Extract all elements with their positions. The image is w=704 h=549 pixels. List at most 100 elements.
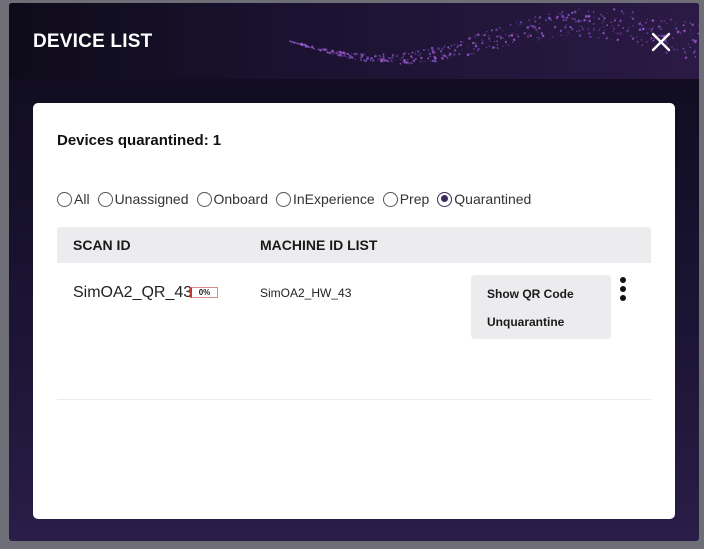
- radio-circle-selected[interactable]: [437, 191, 453, 207]
- particle-dot: [581, 27, 585, 31]
- particle-dot: [611, 39, 613, 41]
- filter-unassigned[interactable]: Unassigned: [97, 191, 189, 207]
- filter-onboard[interactable]: Onboard: [196, 191, 268, 207]
- particle-dot: [640, 24, 644, 27]
- particle-dot: [443, 46, 445, 48]
- particle-dot: [430, 46, 434, 50]
- particle-dot: [674, 24, 676, 26]
- particle-dot: [296, 42, 299, 44]
- filter-inexperience[interactable]: InExperience: [275, 191, 375, 207]
- radio-circle[interactable]: [57, 191, 72, 207]
- particle-dot: [312, 47, 315, 50]
- kebab-dot: [620, 286, 626, 292]
- particle-dot: [473, 48, 475, 50]
- particle-dot: [602, 31, 605, 35]
- particle-dot: [565, 19, 568, 22]
- particle-dot: [315, 49, 317, 51]
- particle-dot: [552, 36, 554, 38]
- kebab-dot: [620, 295, 626, 301]
- quarantine-count-value: 1: [212, 132, 222, 149]
- particle-dot: [558, 12, 560, 14]
- particle-dot: [619, 32, 623, 35]
- particle-dot: [434, 59, 437, 63]
- particle-dot: [323, 48, 327, 51]
- particle-dot: [567, 13, 570, 17]
- particle-dot: [474, 36, 476, 38]
- particle-dot: [675, 27, 678, 30]
- particle-dot: [388, 57, 391, 59]
- particle-dot: [410, 62, 413, 65]
- particle-dot: [640, 39, 643, 41]
- particle-dot: [517, 35, 520, 38]
- particle-dot: [353, 53, 356, 56]
- particle-dot: [481, 39, 483, 41]
- more-options-button[interactable]: [617, 277, 629, 305]
- particle-dot: [441, 57, 444, 60]
- filter-quarantined[interactable]: Quarantined: [437, 191, 531, 207]
- particle-dot: [487, 34, 490, 38]
- particle-dot: [417, 50, 420, 53]
- particle-dot: [586, 19, 588, 22]
- device-list-panel: Devices quarantined: 1 All Unassigned Onb…: [33, 103, 675, 519]
- particle-dot: [509, 23, 512, 26]
- particle-dot: [397, 56, 399, 58]
- particle-dot: [615, 17, 617, 19]
- close-button[interactable]: [649, 30, 673, 54]
- particle-dot: [326, 51, 329, 54]
- particle-dot: [339, 51, 342, 54]
- unquarantine-button[interactable]: Unquarantine: [471, 315, 611, 343]
- particle-dot: [573, 10, 577, 14]
- particle-dot: [560, 34, 562, 37]
- particle-dot: [317, 48, 320, 51]
- radio-circle[interactable]: [275, 191, 291, 207]
- particle-dot: [682, 24, 685, 27]
- particle-dot: [493, 40, 496, 43]
- particle-dot: [623, 12, 625, 15]
- particle-dot: [506, 44, 508, 46]
- particle-dot: [495, 28, 498, 32]
- particle-dot: [601, 14, 604, 18]
- filter-prep[interactable]: Prep: [382, 191, 429, 207]
- particle-dot: [537, 31, 539, 33]
- particle-dot: [328, 51, 331, 55]
- particle-dot: [603, 17, 606, 20]
- particle-dot: [687, 43, 690, 45]
- particle-dot: [496, 47, 499, 49]
- particle-dot: [440, 50, 442, 53]
- particle-dot: [565, 24, 568, 26]
- particle-dot: [450, 44, 453, 47]
- particle-dot: [393, 59, 395, 61]
- particle-dot: [584, 15, 588, 18]
- close-icon: [651, 32, 671, 52]
- particle-dot: [351, 56, 353, 59]
- particle-dot: [614, 31, 616, 33]
- particle-dot: [619, 20, 622, 23]
- particle-dot: [354, 58, 357, 61]
- particle-dot: [481, 41, 484, 45]
- particle-dot: [554, 25, 556, 28]
- particle-dot: [391, 53, 395, 57]
- particle-dot: [674, 21, 677, 24]
- particle-dot: [684, 21, 686, 23]
- particle-dot: [472, 53, 475, 55]
- particle-dot: [441, 47, 444, 51]
- particle-dot: [606, 36, 608, 38]
- particle-dot: [588, 19, 591, 23]
- particle-dot: [529, 24, 533, 27]
- radio-circle[interactable]: [382, 191, 398, 207]
- particle-dot: [660, 20, 663, 23]
- show-qr-code-button[interactable]: Show QR Code: [471, 287, 611, 315]
- particle-dot: [617, 24, 620, 27]
- particle-dot: [651, 19, 655, 22]
- particle-dot: [304, 44, 308, 47]
- radio-circle[interactable]: [196, 191, 212, 207]
- particle-dot: [578, 25, 580, 27]
- filter-all[interactable]: All: [57, 191, 90, 207]
- radio-circle[interactable]: [97, 191, 113, 207]
- particle-dot: [470, 52, 472, 55]
- particle-dot: [443, 54, 446, 57]
- particle-dot: [679, 32, 682, 34]
- particle-dot: [567, 31, 569, 33]
- particle-dot: [387, 59, 390, 62]
- particle-dot: [447, 46, 450, 49]
